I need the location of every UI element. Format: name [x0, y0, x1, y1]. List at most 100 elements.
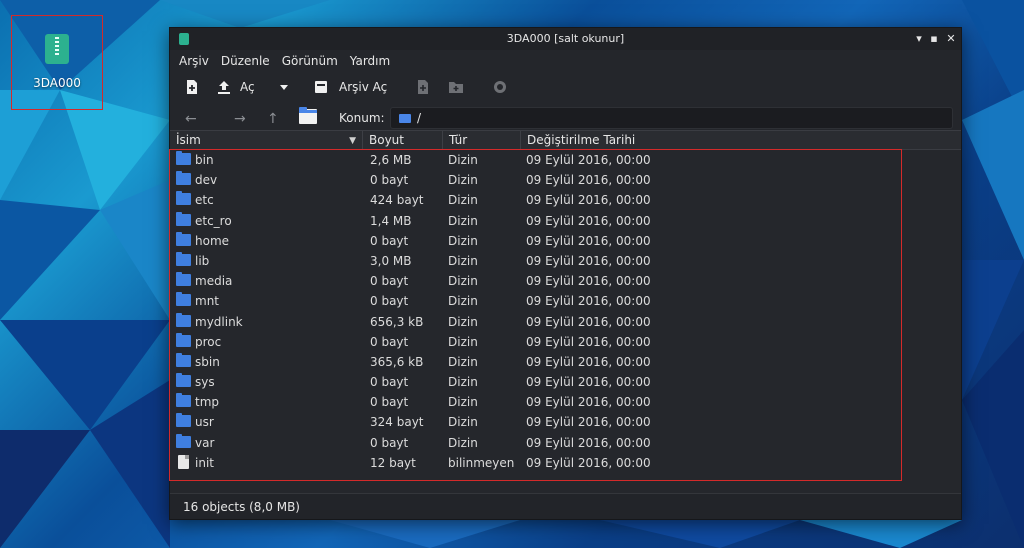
- table-row[interactable]: mydlink 656,3 kB Dizin 09 Eylül 2016, 00:00: [170, 312, 961, 332]
- maximize-button[interactable]: ▪: [928, 32, 940, 45]
- file-type: Dizin: [448, 314, 478, 329]
- folder-icon: [176, 332, 191, 347]
- file-modified: 09 Eylül 2016, 00:00: [526, 435, 651, 450]
- close-button[interactable]: ✕: [945, 32, 957, 45]
- file-name: lib: [195, 253, 210, 268]
- column-modified[interactable]: Değiştirilme Tarihi: [521, 131, 961, 150]
- table-row[interactable]: var 0 bayt Dizin 09 Eylül 2016, 00:00: [170, 433, 961, 453]
- table-row[interactable]: sbin 365,6 kB Dizin 09 Eylül 2016, 00:00: [170, 352, 961, 372]
- add-folder-button[interactable]: [448, 79, 464, 95]
- open-label: Aç: [240, 80, 255, 94]
- file-name: sys: [195, 375, 215, 390]
- column-type-label: Tür: [449, 133, 468, 147]
- desktop-icon-label: 3DA000: [33, 76, 81, 90]
- file-type: Dizin: [448, 213, 478, 228]
- table-row[interactable]: media 0 bayt Dizin 09 Eylül 2016, 00:00: [170, 271, 961, 291]
- location-input[interactable]: /: [390, 107, 953, 129]
- file-type: Dizin: [448, 233, 478, 248]
- file-size: 2,6 MB: [370, 153, 412, 167]
- table-row[interactable]: usr 324 bayt Dizin 09 Eylül 2016, 00:00: [170, 412, 961, 432]
- add-files-button[interactable]: [415, 79, 431, 95]
- menu-bar: Arşiv Düzenle Görünüm Yardım: [170, 50, 961, 72]
- file-modified: 09 Eylül 2016, 00:00: [526, 314, 651, 329]
- file-modified: 09 Eylül 2016, 00:00: [526, 294, 651, 309]
- table-row[interactable]: etc_ro 1,4 MB Dizin 09 Eylül 2016, 00:00: [170, 211, 961, 231]
- folder-icon: [176, 393, 191, 408]
- location-path: /: [417, 111, 422, 125]
- menu-edit[interactable]: Düzenle: [221, 54, 270, 68]
- file-type: Dizin: [448, 395, 478, 410]
- file-name: tmp: [195, 395, 220, 410]
- file-type: Dizin: [448, 193, 478, 208]
- table-row[interactable]: init 12 bayt bilinmeyen 09 Eylül 2016, 00:0…: [170, 453, 961, 473]
- file-modified: 09 Eylül 2016, 00:00: [526, 455, 651, 470]
- file-name: mydlink: [195, 314, 243, 329]
- file-name: etc_ro: [195, 213, 232, 228]
- add-folder-icon: [449, 82, 463, 93]
- menu-archive[interactable]: Arşiv: [179, 54, 209, 68]
- folder-icon: [176, 171, 191, 186]
- table-row[interactable]: sys 0 bayt Dizin 09 Eylül 2016, 00:00: [170, 372, 961, 392]
- file-modified: 09 Eylül 2016, 00:00: [526, 213, 651, 228]
- file-type: bilinmeyen: [448, 455, 515, 470]
- location-label: Konum:: [339, 111, 385, 125]
- file-name: home: [195, 233, 230, 248]
- column-header: İsim ▼ Boyut Tür Değiştirilme Tarihi: [170, 130, 961, 150]
- file-modified: 09 Eylül 2016, 00:00: [526, 253, 651, 268]
- open-dropdown-button[interactable]: [276, 79, 292, 95]
- file-size: 3,0 MB: [370, 253, 412, 268]
- status-bar: 16 objects (8,0 MB): [170, 493, 961, 519]
- file-rows: bin 2,6 MB Dizin 09 Eylül 2016, 00:00 dev 0 …: [170, 150, 961, 473]
- open-archive-button[interactable]: Arşiv Aç: [313, 79, 387, 95]
- file-size: 0 bayt: [370, 173, 409, 188]
- file-size: 0 bayt: [370, 233, 409, 248]
- table-row[interactable]: mnt 0 bayt Dizin 09 Eylül 2016, 00:00: [170, 291, 961, 311]
- file-modified: 09 Eylül 2016, 00:00: [526, 415, 651, 430]
- table-row[interactable]: dev 0 bayt Dizin 09 Eylül 2016, 00:00: [170, 170, 961, 190]
- folder-icon: [176, 251, 191, 266]
- file-size: 12 bayt: [370, 455, 416, 470]
- table-row[interactable]: bin 2,6 MB Dizin 09 Eylül 2016, 00:00: [170, 150, 961, 170]
- back-arrow-icon[interactable]: ←: [185, 111, 197, 127]
- new-document-icon: [187, 80, 197, 94]
- file-size: 365,6 kB: [370, 354, 424, 369]
- minimize-button[interactable]: ▾: [913, 32, 925, 45]
- file-name: etc: [195, 193, 214, 208]
- desktop-archive-icon[interactable]: 3DA000: [11, 15, 103, 110]
- file-modified: 09 Eylül 2016, 00:00: [526, 395, 651, 410]
- file-type: Dizin: [448, 415, 478, 430]
- table-row[interactable]: home 0 bayt Dizin 09 Eylül 2016, 00:00: [170, 231, 961, 251]
- title-bar[interactable]: 3DA000 [salt okunur] ▾ ▪ ✕: [170, 28, 961, 50]
- upload-icon: [218, 81, 230, 94]
- table-row[interactable]: etc 424 bayt Dizin 09 Eylül 2016, 00:00: [170, 190, 961, 210]
- menu-view[interactable]: Görünüm: [282, 54, 338, 68]
- file-size: 0 bayt: [370, 294, 409, 309]
- open-button[interactable]: Aç: [216, 79, 255, 95]
- column-size[interactable]: Boyut: [363, 131, 443, 150]
- forward-arrow-icon[interactable]: →: [234, 111, 246, 127]
- table-row[interactable]: tmp 0 bayt Dizin 09 Eylül 2016, 00:00: [170, 392, 961, 412]
- file-name: proc: [195, 334, 222, 349]
- new-archive-button[interactable]: [184, 79, 200, 95]
- home-folder-icon[interactable]: [299, 107, 317, 124]
- toolbar: Aç Arşiv Aç: [170, 72, 961, 102]
- file-name: sbin: [195, 354, 220, 369]
- status-text: 16 objects (8,0 MB): [183, 500, 300, 514]
- file-name: mnt: [195, 294, 219, 309]
- file-icon: [178, 454, 189, 469]
- file-type: Dizin: [448, 253, 478, 268]
- up-arrow-icon[interactable]: ↑: [267, 111, 279, 127]
- file-modified: 09 Eylül 2016, 00:00: [526, 334, 651, 349]
- archive-box-icon: [315, 81, 327, 93]
- folder-icon: [176, 191, 191, 206]
- table-row[interactable]: lib 3,0 MB Dizin 09 Eylül 2016, 00:00: [170, 251, 961, 271]
- column-modified-label: Değiştirilme Tarihi: [527, 133, 636, 147]
- menu-help[interactable]: Yardım: [350, 54, 390, 68]
- file-size: 0 bayt: [370, 435, 409, 450]
- column-type[interactable]: Tür: [443, 131, 521, 150]
- table-row[interactable]: proc 0 bayt Dizin 09 Eylül 2016, 00:00: [170, 332, 961, 352]
- stop-button[interactable]: [492, 79, 508, 95]
- column-name[interactable]: İsim ▼: [170, 131, 363, 150]
- file-name: dev: [195, 173, 218, 188]
- file-modified: 09 Eylül 2016, 00:00: [526, 173, 651, 188]
